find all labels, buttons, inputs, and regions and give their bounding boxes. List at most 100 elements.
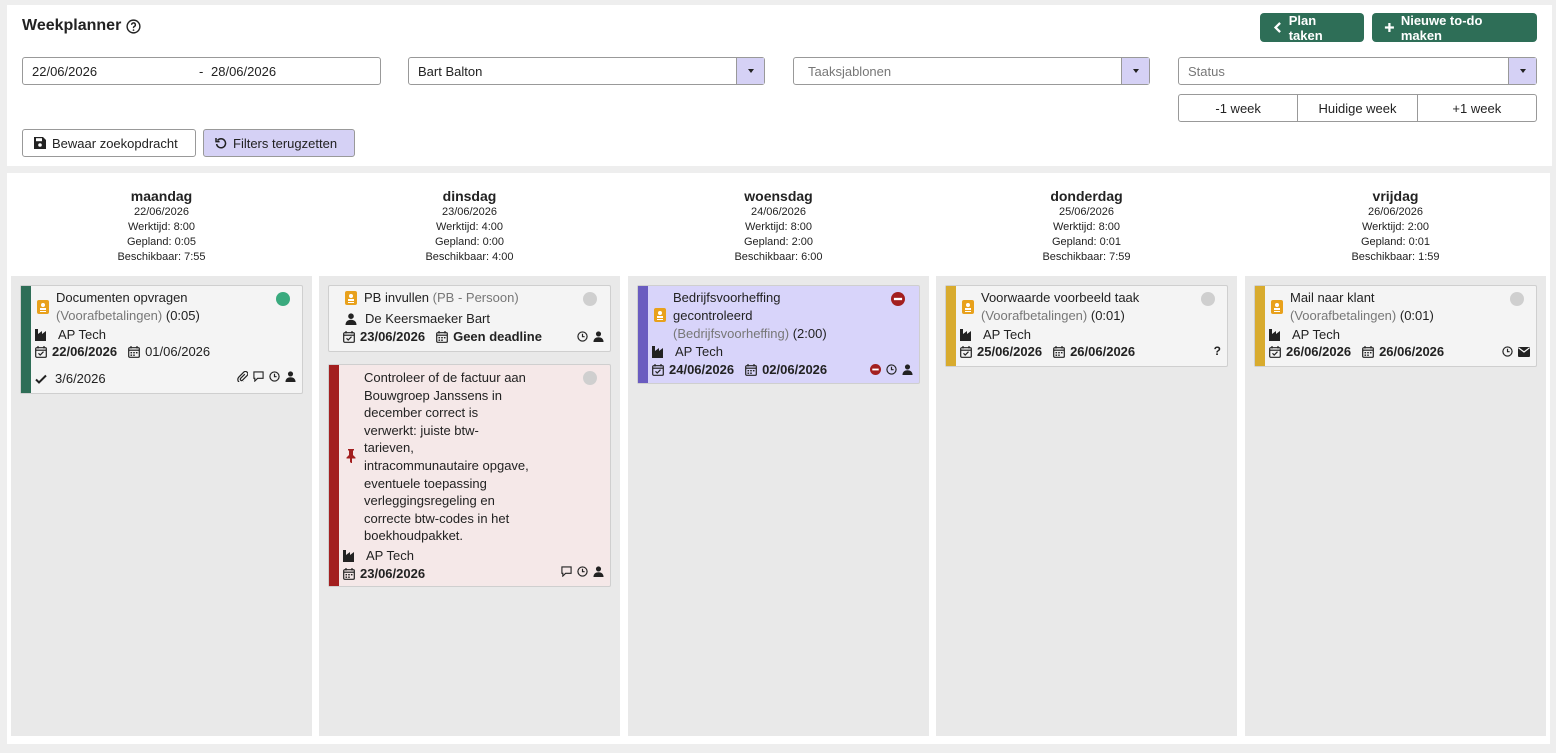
clock-icon[interactable]: [577, 566, 588, 577]
day-column-thursday: donderdag 25/06/2026 Werktijd: 8:00 Gepl…: [936, 173, 1237, 736]
day-column-friday: vrijdag 26/06/2026 Werktijd: 2:00 Geplan…: [1245, 173, 1546, 736]
plus-icon: [1384, 22, 1394, 33]
page-title: Weekplanner: [22, 17, 141, 35]
question-icon[interactable]: ?: [1214, 344, 1221, 358]
status-blocked-icon[interactable]: [891, 292, 905, 306]
plan-tasks-button[interactable]: Plan taken: [1260, 13, 1364, 43]
task-card[interactable]: Mail naar klant (Voorafbetalingen) (0:01…: [1254, 285, 1537, 367]
calendar-icon: [343, 568, 355, 580]
day-column-monday: maandag 22/06/2026 Werktijd: 8:00 Geplan…: [11, 173, 312, 736]
clock-icon[interactable]: [886, 364, 897, 375]
filter-panel: Weekplanner Plan taken Nieuwe to-do make…: [7, 5, 1552, 166]
prev-week-button[interactable]: -1 week: [1179, 95, 1299, 121]
task-templates-select[interactable]: Taaksjablonen: [793, 57, 1150, 85]
clock-icon[interactable]: [269, 371, 280, 382]
floppy-disk-icon: [34, 137, 46, 149]
paperclip-icon[interactable]: [237, 371, 248, 382]
day-lane[interactable]: Voorwaarde voorbeeld taak (Voorafbetalin…: [936, 276, 1237, 736]
help-icon[interactable]: [126, 18, 141, 34]
task-card[interactable]: PB invullen (PB - Persoon) De Keersmaeke…: [328, 285, 611, 352]
calendar-check-icon: [1269, 346, 1281, 358]
task-description: Controleer of de factuur aan Bouwgroep J…: [364, 370, 529, 544]
blocked-icon[interactable]: [870, 364, 881, 375]
checkmark-icon: [35, 373, 47, 385]
factory-icon: [35, 329, 49, 341]
clock-icon[interactable]: [577, 331, 588, 342]
comment-icon[interactable]: [561, 566, 572, 577]
calendar-icon: [436, 331, 448, 343]
card-color-bar: [946, 286, 956, 366]
day-header: dinsdag 23/06/2026 Werktijd: 4:00 Geplan…: [425, 188, 514, 263]
save-search-button[interactable]: Bewaar zoekopdracht: [22, 129, 196, 157]
status-open-icon[interactable]: [583, 292, 597, 306]
card-color-bar: [21, 286, 31, 393]
comment-icon[interactable]: [253, 371, 264, 382]
user-icon[interactable]: [593, 331, 604, 342]
next-week-button[interactable]: +1 week: [1418, 95, 1536, 121]
calendar-check-icon: [343, 331, 355, 343]
caret-down-icon: [1132, 69, 1139, 73]
date-range-field[interactable]: 22/06/2026 - 28/06/2026: [22, 57, 381, 85]
task-card[interactable]: Documenten opvragen (Voorafbetalingen) (…: [20, 285, 303, 394]
calendar-icon: [1362, 346, 1374, 358]
card-color-bar: [638, 286, 648, 383]
user-icon[interactable]: [285, 371, 296, 382]
calendar-icon: [128, 346, 140, 358]
day-lane[interactable]: PB invullen (PB - Persoon) De Keersmaeke…: [319, 276, 620, 736]
status-done-icon[interactable]: [276, 292, 290, 306]
template-icon: [654, 308, 666, 322]
factory-icon: [1269, 329, 1283, 341]
reset-filters-button[interactable]: Filters terugzetten: [203, 129, 355, 157]
task-title: Documenten opvragen: [56, 290, 188, 305]
day-lane[interactable]: Documenten opvragen (Voorafbetalingen) (…: [11, 276, 312, 736]
caret-down-icon: [747, 69, 754, 73]
undo-icon: [215, 138, 227, 149]
factory-icon: [652, 346, 666, 358]
day-lane[interactable]: Mail naar klant (Voorafbetalingen) (0:01…: [1245, 276, 1546, 736]
task-title: Mail naar klant: [1290, 290, 1375, 305]
template-icon: [37, 300, 49, 314]
user-icon[interactable]: [902, 364, 913, 375]
week-navigation: -1 week Huidige week +1 week: [1178, 94, 1537, 122]
user-icon[interactable]: [593, 566, 604, 577]
week-board: maandag 22/06/2026 Werktijd: 8:00 Geplan…: [7, 173, 1550, 744]
status-select[interactable]: Status: [1178, 57, 1537, 85]
factory-icon: [960, 329, 974, 341]
day-column-tuesday: dinsdag 23/06/2026 Werktijd: 4:00 Geplan…: [319, 173, 620, 736]
calendar-icon: [745, 364, 757, 376]
factory-icon: [343, 550, 357, 562]
task-card[interactable]: Voorwaarde voorbeeld taak (Voorafbetalin…: [945, 285, 1228, 367]
user-select-toggle[interactable]: [736, 58, 764, 84]
template-icon: [962, 300, 974, 314]
task-title: PB invullen: [364, 290, 430, 305]
calendar-check-icon: [960, 346, 972, 358]
day-column-wednesday: woensdag 24/06/2026 Werktijd: 8:00 Gepla…: [628, 173, 929, 736]
pin-icon[interactable]: [345, 449, 357, 463]
status-open-icon[interactable]: [1201, 292, 1215, 306]
user-select[interactable]: Bart Balton: [408, 57, 765, 85]
status-select-toggle[interactable]: [1508, 58, 1536, 84]
templates-select-toggle[interactable]: [1121, 58, 1149, 84]
day-lane[interactable]: Bedrijfsvoorheffing gecontroleerd (Bedri…: [628, 276, 929, 736]
calendar-check-icon: [35, 346, 47, 358]
day-header: woensdag 24/06/2026 Werktijd: 8:00 Gepla…: [734, 188, 823, 263]
new-todo-button[interactable]: Nieuwe to-do maken: [1372, 13, 1537, 43]
user-icon: [345, 313, 357, 325]
clock-icon[interactable]: [1502, 346, 1513, 357]
chevron-left-icon: [1273, 22, 1281, 33]
task-card[interactable]: Controleer of de factuur aan Bouwgroep J…: [328, 364, 611, 587]
mail-icon[interactable]: [1518, 347, 1530, 357]
card-color-bar: [329, 365, 339, 586]
status-open-icon[interactable]: [583, 371, 597, 385]
caret-down-icon: [1519, 69, 1526, 73]
calendar-check-icon: [652, 364, 664, 376]
day-header: donderdag 25/06/2026 Werktijd: 8:00 Gepl…: [1042, 188, 1131, 263]
calendar-icon: [1053, 346, 1065, 358]
current-week-button[interactable]: Huidige week: [1298, 95, 1418, 121]
template-icon: [1271, 300, 1283, 314]
day-header: vrijdag 26/06/2026 Werktijd: 2:00 Geplan…: [1351, 188, 1440, 263]
task-title: Bedrijfsvoorheffing: [673, 290, 781, 305]
status-open-icon[interactable]: [1510, 292, 1524, 306]
day-header: maandag 22/06/2026 Werktijd: 8:00 Geplan…: [117, 188, 206, 263]
task-card[interactable]: Bedrijfsvoorheffing gecontroleerd (Bedri…: [637, 285, 920, 384]
